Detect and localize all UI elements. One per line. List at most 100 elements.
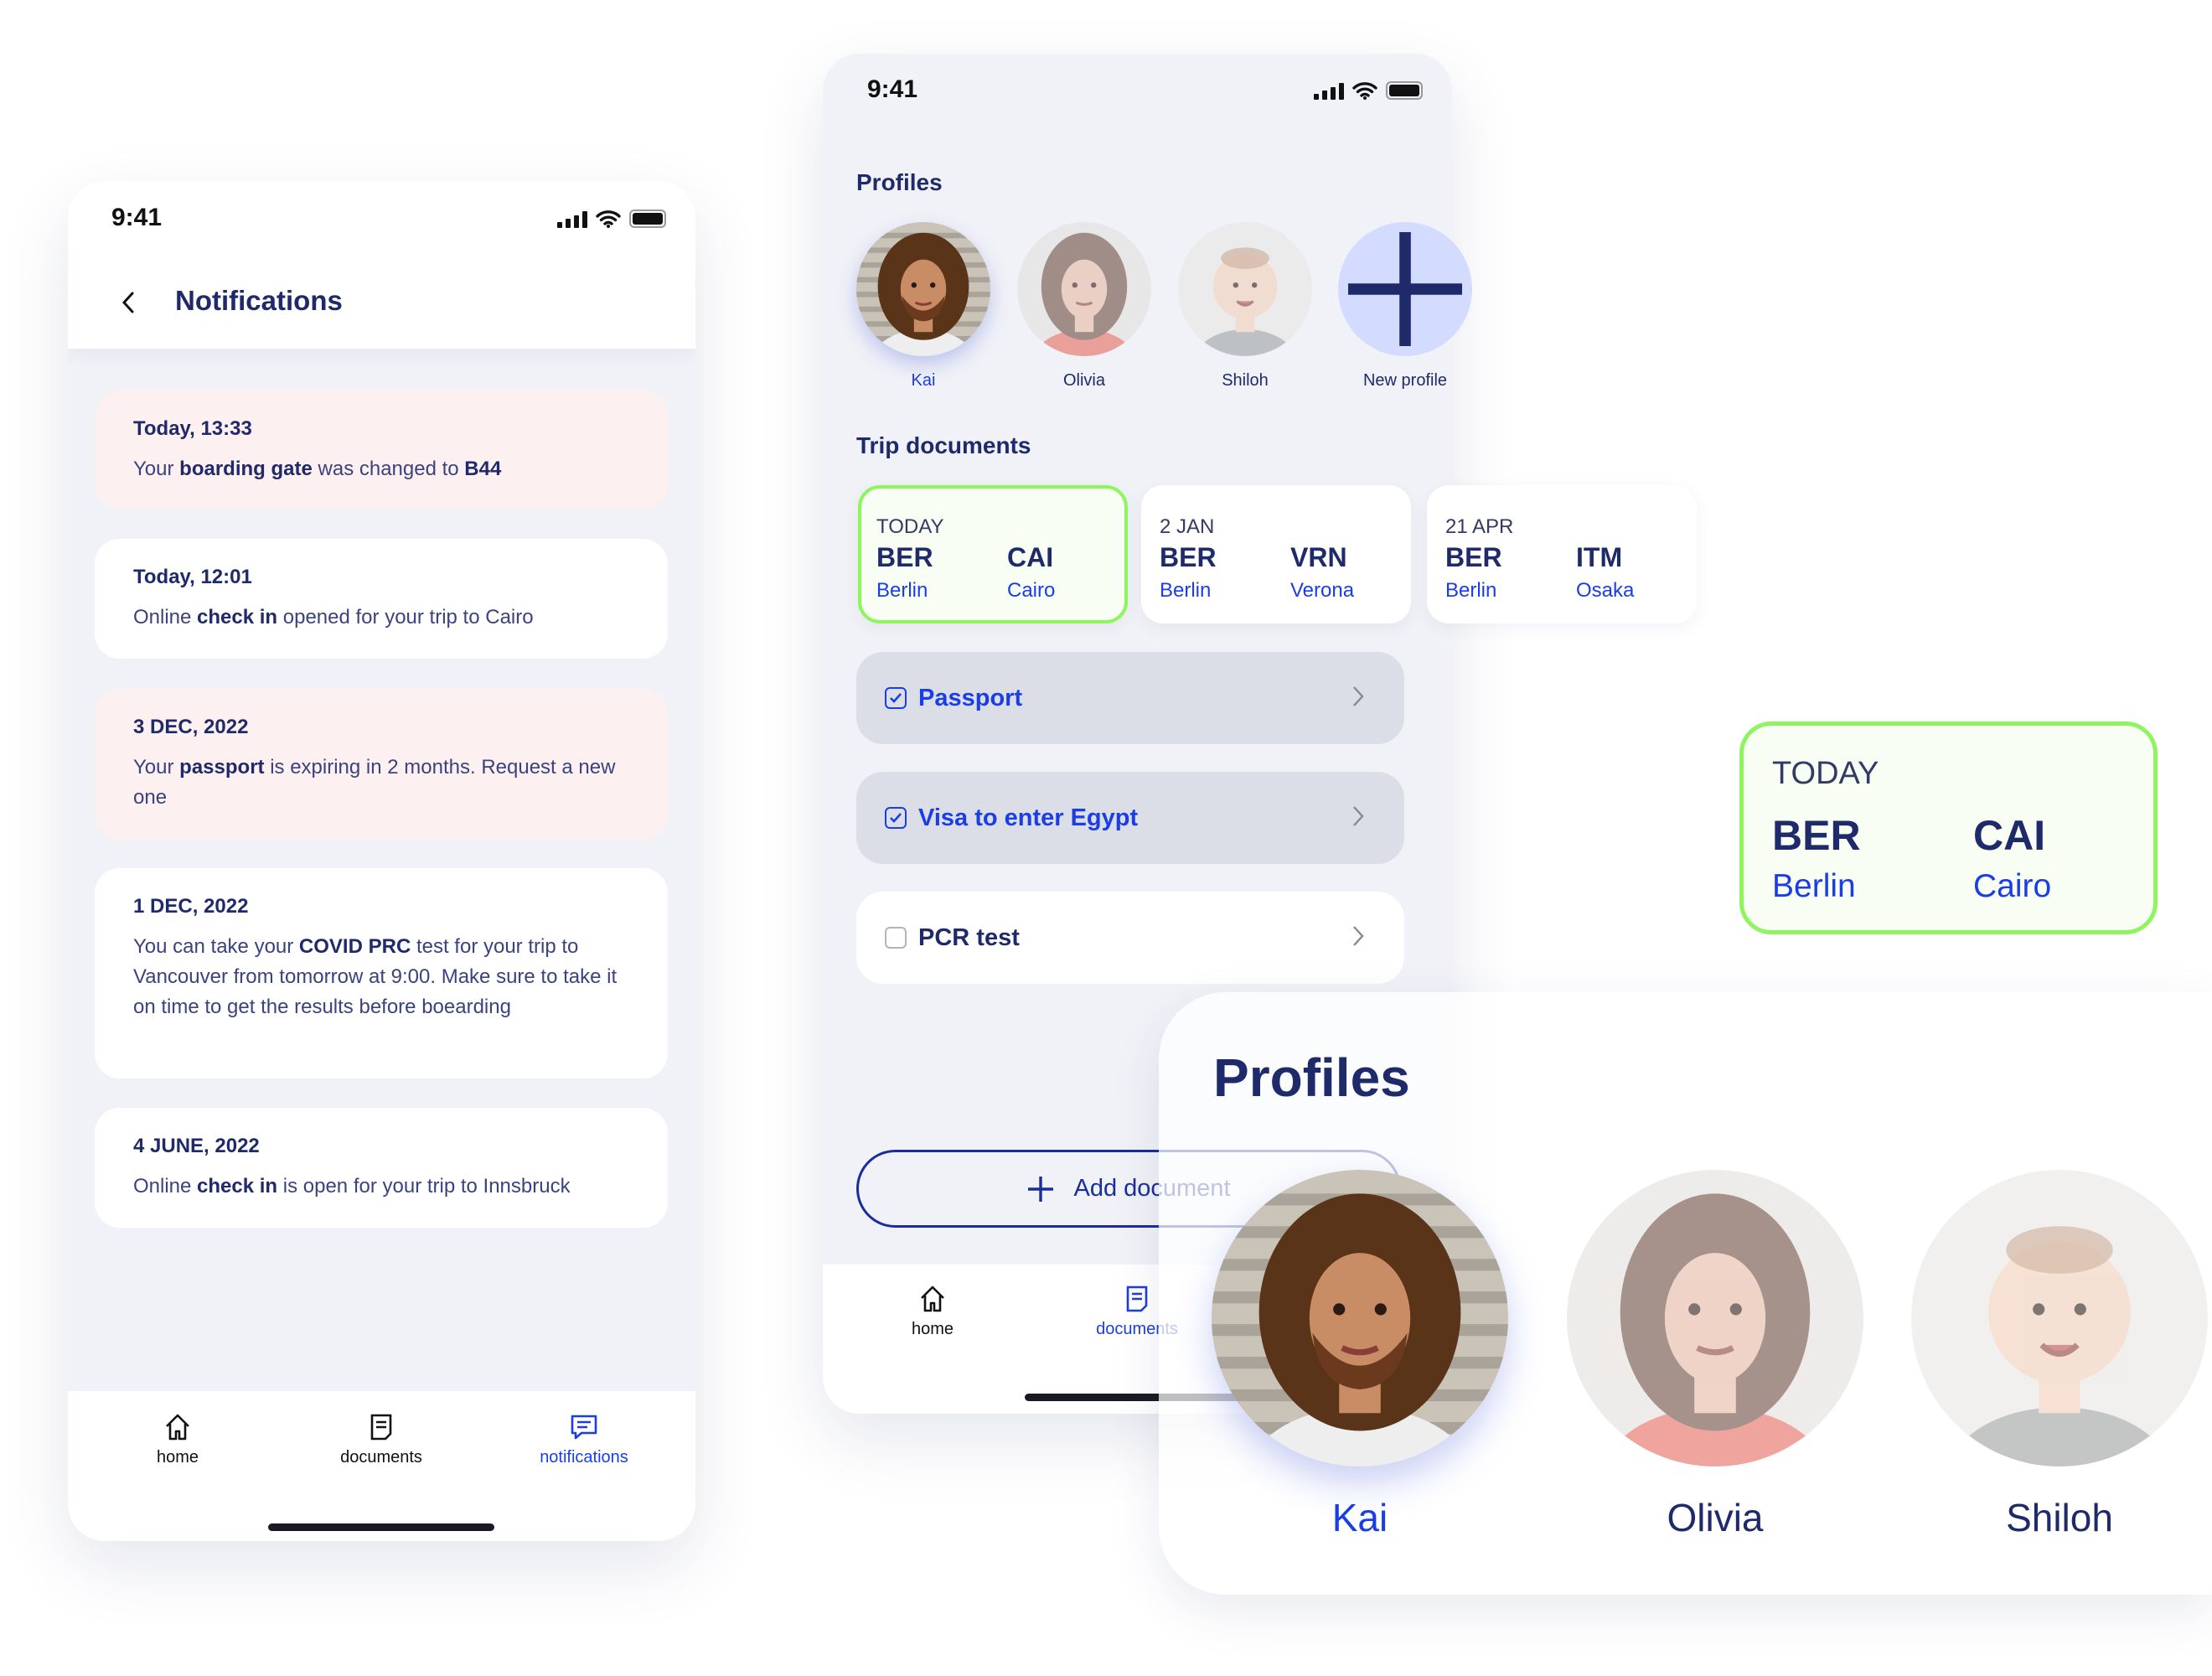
avatar-label: Kai [1331,1496,1388,1539]
status-time: 9:41 [111,204,163,231]
notification-body: Online check in opened for your trip to … [133,603,629,633]
notification-text: Your [133,756,180,779]
document-label: PCR test [918,923,1020,951]
document-label: Passport [918,684,1023,711]
nav-home-label: home [156,1448,199,1466]
trip-documents-heading: Trip documents [856,432,1031,458]
plus-icon [1348,232,1462,346]
notification-body: Online check in is open for your trip to… [133,1172,629,1202]
plus-icon [1028,1176,1054,1202]
checkbox-checked-icon[interactable] [885,807,907,829]
notification-text: opened for your trip to Cairo [277,606,534,628]
notification-text: Online [133,1175,198,1198]
home-icon [921,1285,944,1312]
new-profile-button[interactable] [1338,222,1472,356]
avatar-label: Olivia [1667,1496,1764,1539]
back-chevron-icon[interactable] [120,291,137,314]
trip-card[interactable]: 2 JAN BER Berlin VRN Verona [1141,485,1411,623]
notification-card[interactable]: 4 JUNE, 2022 Online check in is open for … [95,1108,668,1228]
notification-date: Today, 12:01 [133,566,252,588]
new-profile-label: New profile [1362,371,1448,390]
document-row[interactable]: Visa to enter Egypt [856,772,1404,864]
notification-date: 1 DEC, 2022 [133,895,249,918]
nav-documents[interactable]: documents [297,1413,465,1467]
avatar-kai[interactable] [856,222,990,356]
notification-body: You can take your COVID PRC test for you… [133,932,629,1022]
checkbox-checked-icon[interactable] [885,687,907,709]
signal-icon [1314,83,1344,100]
checkbox-empty-icon[interactable] [885,927,907,949]
avatar-label: Olivia [1062,371,1105,390]
wifi-icon [596,210,621,228]
avatar-kai-large[interactable] [1212,1170,1508,1466]
trip-date: TODAY [876,515,944,538]
battery-icon [1386,81,1423,100]
trip-from-city: Berlin [876,579,928,602]
avatar-label: Kai [911,371,936,390]
document-row[interactable]: PCR test [856,892,1404,984]
avatar-shiloh[interactable] [1178,222,1312,356]
trip-from-city: Berlin [1160,579,1212,602]
trip-to-code: ITM [1576,542,1623,572]
document-row[interactable]: Passport [856,652,1404,744]
profiles-heading: Profiles [856,169,943,195]
notification-emphasis: check in [197,1175,278,1198]
profiles-panel-title: Profiles [1213,1048,1410,1108]
notification-text: is open for your trip to Innsbruck [277,1175,571,1198]
status-icons [557,210,666,228]
to-code: CAI [1973,812,2046,859]
avatar-olivia[interactable] [1017,222,1151,356]
notification-emphasis: passport [179,756,265,779]
status-icons [1314,81,1423,100]
notification-text: You can take your [133,935,299,958]
trip-from-code: BER [876,542,933,572]
nav-home-label: home [911,1320,954,1338]
nav-notifications-label: notifications [540,1448,628,1466]
avatar-shiloh-large[interactable] [1911,1170,2208,1466]
notification-date: Today, 13:33 [133,417,252,440]
nav-home[interactable]: home [94,1413,261,1467]
notification-body: Your boarding gate was changed to B44 [133,454,629,484]
chevron-right-icon [1352,804,1364,835]
from-city: Berlin [1772,868,1856,904]
notification-text: Your [133,458,180,480]
notifications-phone: 9:41 Notifications Today, 13:33 Your boar… [68,181,695,1541]
notification-card[interactable]: Today, 12:01 Online check in opened for y… [95,539,668,659]
trip-from-code: BER [1160,542,1217,572]
document-icon [1126,1285,1148,1312]
notification-body: Your passport is expiring in 2 months. R… [133,753,629,813]
from-code: BER [1772,812,1861,859]
profiles-panel: Profiles Kai Olivia Shiloh [1159,992,2212,1595]
notification-emphasis: check in [197,606,278,628]
trip-to-city: Verona [1290,579,1355,602]
avatar-label: Shiloh [2006,1496,2113,1539]
trip-card[interactable]: 21 APR BER Berlin ITM Osaka [1427,485,1697,623]
notification-date: 4 JUNE, 2022 [133,1135,260,1157]
trip-card[interactable]: TODAY BER Berlin CAI Cairo [858,485,1128,623]
signal-icon [557,211,587,228]
wifi-icon [1352,82,1377,100]
notification-date: 3 DEC, 2022 [133,716,249,738]
notification-card[interactable]: 3 DEC, 2022 Your passport is expiring in … [95,689,668,840]
trip-to-city: Osaka [1576,579,1635,602]
nav-home[interactable]: home [849,1285,1016,1339]
trip-to-code: VRN [1290,542,1347,572]
avatar-label: Shiloh [1222,371,1269,390]
chevron-right-icon [1352,923,1364,955]
notification-card[interactable]: Today, 13:33 Your boarding gate was chang… [95,391,668,510]
home-icon [166,1414,189,1441]
trip-card-large[interactable]: TODAY BER Berlin CAI Cairo [1739,722,2158,934]
document-label: Visa to enter Egypt [918,804,1139,831]
nav-notifications[interactable]: notifications [500,1413,668,1467]
chat-icon [571,1415,597,1440]
notification-emphasis: COVID PRC [298,935,411,958]
trip-from-city: Berlin [1445,579,1497,602]
to-city: Cairo [1973,868,2052,904]
notification-card[interactable]: 1 DEC, 2022 You can take your COVID PRC t… [95,868,668,1079]
trip-from-code: BER [1445,542,1502,572]
avatar-olivia-large[interactable] [1567,1170,1863,1466]
trip-to-code: CAI [1007,542,1054,572]
page-title: Notifications [175,285,343,316]
battery-icon [629,210,666,228]
notification-text: was changed to [312,458,465,480]
